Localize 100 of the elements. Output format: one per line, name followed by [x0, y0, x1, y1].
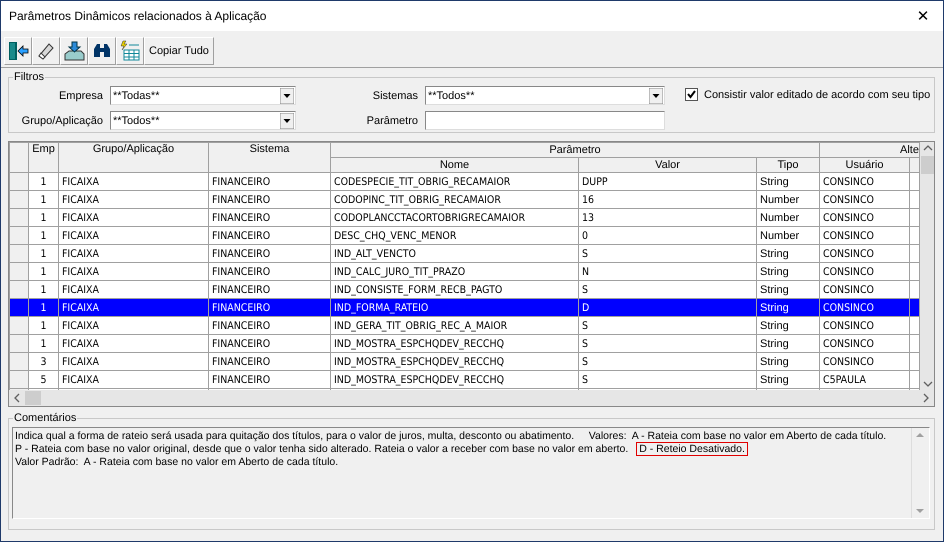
table-cell: 1: [28, 226, 58, 244]
table-cell: String: [756, 316, 820, 334]
table-cell: CONSINCO: [820, 190, 910, 208]
table-cell: FICAIXA: [58, 298, 208, 316]
table-cell: 1: [28, 316, 58, 334]
table-cell: IND_MOSTRA_ESPCHQDEV_RECCHQ: [330, 370, 578, 388]
table-cell: CONSINCO: [820, 244, 910, 262]
table-row[interactable]: 1 FICAIXA FINANCEIRO IND_CALC_JURO_TIT_PRAZO N String CONSINCO: [10, 262, 920, 280]
table-cell: FINANCEIRO: [208, 172, 330, 190]
table-row[interactable]: 1 FICAIXA FINANCEIRO CODESPECIE_TIT_OBRIG_RECAMAIOR DUPP String CONSINCO: [10, 172, 920, 190]
table-cell: FINANCEIRO: [208, 262, 330, 280]
table-cell: CONSINCO: [820, 316, 910, 334]
table-cell: String: [756, 352, 820, 370]
exit-button[interactable]: [4, 37, 32, 65]
table-cell: String: [756, 370, 820, 388]
table-cell: CONSINCO: [820, 226, 910, 244]
table-cell: 0: [578, 226, 756, 244]
column-group-header: Alte: [820, 142, 920, 158]
table-row[interactable]: 3 FICAIXA FINANCEIRO IND_MOSTRA_ESPCHQDEV_RECCHQ S String CONSINCO: [10, 352, 920, 370]
field-label: Empresa: [58, 90, 103, 102]
scroll-thumb[interactable]: [921, 156, 934, 174]
column-header[interactable]: Grupo/Aplicação: [58, 142, 208, 172]
table-cell: 1: [28, 244, 58, 262]
table-cell: String: [756, 172, 820, 190]
dropdown-arrow-icon: [280, 112, 294, 128]
checkbox[interactable]: [685, 88, 698, 101]
column-header[interactable]: Usuário: [820, 158, 910, 172]
grid-icon: [119, 40, 141, 62]
dropdown-arrow-icon: [649, 88, 663, 104]
table-cell: 1: [28, 208, 58, 226]
table-cell: IND_MOSTRA_ESPCHQDEV_RECCHQ: [330, 334, 578, 352]
table-row[interactable]: 1 FICAIXA FINANCEIRO DESC_CHQ_VENC_MENOR 0 Number CONSINCO: [10, 226, 920, 244]
dropdown[interactable]: **Todos**: [425, 86, 665, 105]
table-cell: CONSINCO: [820, 334, 910, 352]
column-group-header: Parâmetro: [330, 142, 820, 158]
dropdown[interactable]: **Todos**: [110, 111, 296, 130]
table-cell: CODOPINC_TIT_OBRIG_RECAMAIOR: [330, 190, 578, 208]
table-cell: FICAIXA: [58, 190, 208, 208]
horizontal-scrollbar[interactable]: [9, 390, 934, 406]
table-cell: IND_FORMA_RATEIO: [330, 298, 578, 316]
search-button[interactable]: [88, 37, 116, 65]
table-row[interactable]: 1 FICAIXA FINANCEIRO IND_FORMA_RATEIO D String CONSINCO: [10, 298, 920, 316]
table-cell: FINANCEIRO: [208, 316, 330, 334]
comment-text: Indica qual a forma de rateio será usada para quitação dos títulos, para o valor de juros, multa, desconto ou abatimento. Valores: A - Rateia com base no valor em Aberto de cada título.: [15, 430, 886, 442]
table-row[interactable]: 1 FICAIXA FINANCEIRO CODOPINC_TIT_OBRIG_RECAMAIOR 16 Number CONSINCO: [10, 190, 920, 208]
table-cell: S: [578, 316, 756, 334]
table-cell: CONSINCO: [820, 172, 910, 190]
table-row[interactable]: 1 FICAIXA FINANCEIRO IND_ALT_VENCTO S String CONSINCO: [10, 244, 920, 262]
close-button[interactable]: ✕: [903, 1, 943, 31]
import-button[interactable]: [60, 37, 88, 65]
table-cell: S: [578, 244, 756, 262]
table-cell: 1: [28, 172, 58, 190]
table-cell: FICAIXA: [58, 244, 208, 262]
table-cell: FINANCEIRO: [208, 244, 330, 262]
table-cell: Number: [756, 190, 820, 208]
table-cell: IND_ALT_VENCTO: [330, 244, 578, 262]
table-row[interactable]: 1 FICAIXA FINANCEIRO IND_GERA_TIT_OBRIG_REC_A_MAIOR S String CONSINCO: [10, 316, 920, 334]
table-cell: FICAIXA: [58, 370, 208, 388]
table-cell: CONSINCO: [820, 208, 910, 226]
vertical-scrollbar[interactable]: [920, 142, 934, 390]
table-cell: String: [756, 244, 820, 262]
column-header[interactable]: Valor: [578, 158, 756, 172]
field-label: Parâmetro: [366, 114, 418, 126]
column-header[interactable]: Tipo: [756, 158, 820, 172]
table-cell: FINANCEIRO: [208, 226, 330, 244]
table-cell: IND_CALC_JURO_TIT_PRAZO: [330, 262, 578, 280]
table-cell: FICAIXA: [58, 352, 208, 370]
table-cell: FINANCEIRO: [208, 190, 330, 208]
corner-header: [10, 142, 28, 172]
table-cell: FICAIXA: [58, 334, 208, 352]
table-cell: FICAIXA: [58, 172, 208, 190]
table-cell: FICAIXA: [58, 262, 208, 280]
field-label: Grupo/Aplicação: [20, 114, 103, 126]
dropdown[interactable]: **Todas**: [110, 86, 296, 105]
door-icon: [7, 40, 29, 62]
parameter-field[interactable]: [425, 111, 665, 130]
table-cell: FICAIXA: [58, 226, 208, 244]
grid-button[interactable]: [116, 37, 144, 65]
table-cell: FINANCEIRO: [208, 298, 330, 316]
table-cell: CODESPECIE_TIT_OBRIG_RECAMAIOR: [330, 172, 578, 190]
highlighted-text: D - Reteio Desativado.: [636, 442, 748, 456]
table-cell: S: [578, 334, 756, 352]
table-cell: String: [756, 298, 820, 316]
table-row[interactable]: 1 FICAIXA FINANCEIRO IND_MOSTRA_ESPCHQDEV_RECCHQ S String CONSINCO: [10, 334, 920, 352]
table-cell: FICAIXA: [58, 316, 208, 334]
table-row[interactable]: 5 FICAIXA FINANCEIRO IND_MOSTRA_ESPCHQDEV_RECCHQ S String C5PAULA: [10, 370, 920, 388]
table-cell: N: [578, 262, 756, 280]
column-header[interactable]: Sistema: [208, 142, 330, 172]
table-cell: Number: [756, 226, 820, 244]
column-header[interactable]: Emp: [28, 142, 58, 172]
copy-all-button[interactable]: Copiar Tudo: [144, 37, 214, 65]
table-cell: S: [578, 370, 756, 388]
table-cell: FINANCEIRO: [208, 352, 330, 370]
comments-textbox[interactable]: [12, 427, 930, 519]
eraser-button[interactable]: [32, 37, 60, 65]
column-header[interactable]: Nome: [330, 158, 578, 172]
table-cell: 1: [28, 262, 58, 280]
table-row[interactable]: 1 FICAIXA FINANCEIRO CODOPLANCCTACORTOBRIGRECAMAIOR 13 Number CONSINCO: [10, 208, 920, 226]
table-cell: 1: [28, 190, 58, 208]
scroll-thumb[interactable]: [25, 391, 41, 405]
